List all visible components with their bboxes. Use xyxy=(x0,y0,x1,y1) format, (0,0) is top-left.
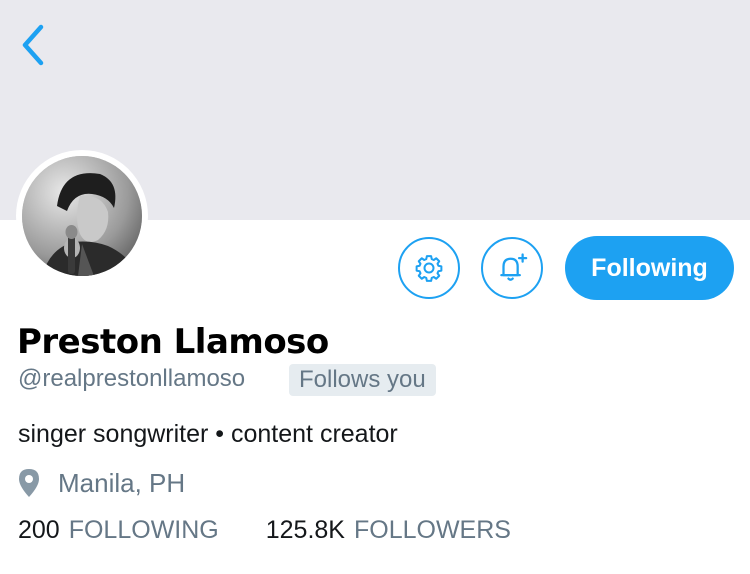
map-pin-icon xyxy=(19,469,39,497)
bio: singer songwriter • content creator xyxy=(18,420,398,448)
display-name: Preston Llamoso xyxy=(17,322,329,362)
avatar[interactable] xyxy=(22,156,142,276)
following-count: 200 xyxy=(18,516,60,544)
avatar-image xyxy=(22,156,142,276)
stats-row: 200 FOLLOWING 125.8K FOLLOWERS xyxy=(18,516,511,545)
notifications-button[interactable] xyxy=(481,237,543,299)
followers-count: 125.8K xyxy=(265,516,345,544)
chevron-left-icon xyxy=(22,24,44,66)
followers-stat[interactable]: 125.8K FOLLOWERS xyxy=(266,516,511,545)
follows-you-badge: Follows you xyxy=(289,364,436,396)
following-label: FOLLOWING xyxy=(68,516,219,544)
location-text: Manila, PH xyxy=(58,467,186,498)
settings-button[interactable] xyxy=(398,237,460,299)
bell-plus-icon xyxy=(500,253,528,281)
gear-icon xyxy=(415,255,443,282)
back-button[interactable] xyxy=(10,20,54,70)
avatar-frame xyxy=(16,150,148,282)
followers-label: FOLLOWERS xyxy=(353,516,511,544)
location: Manila, PH xyxy=(18,466,185,500)
following-button[interactable]: Following xyxy=(565,236,734,300)
handle: @realprestonllamoso xyxy=(18,365,246,392)
following-stat[interactable]: 200 FOLLOWING xyxy=(18,516,219,545)
